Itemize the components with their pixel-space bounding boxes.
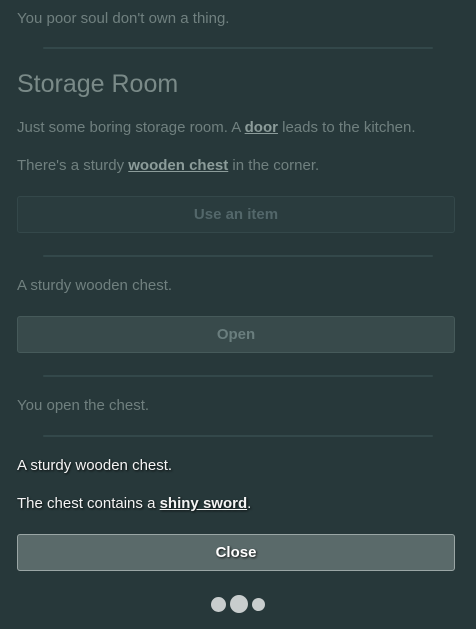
- loading-dot: [211, 596, 226, 612]
- room-title: Storage Room: [17, 70, 179, 98]
- divider: [43, 375, 433, 377]
- room-description: Just some boring storage room. A door le…: [17, 119, 416, 137]
- loading-dot: [230, 595, 248, 613]
- loading-dot: [252, 597, 265, 611]
- chest-description-prefix: There's a sturdy: [17, 157, 129, 174]
- inventory-text: You poor soul don't own a thing.: [17, 10, 230, 27]
- chest-description-suffix: in the corner.: [228, 157, 320, 174]
- chest-contents-suffix: .: [247, 495, 252, 512]
- open-button[interactable]: Open: [17, 316, 455, 353]
- chest-contents-prefix: The chest contains a: [17, 495, 160, 512]
- divider: [43, 47, 433, 49]
- use-item-button[interactable]: Use an item: [17, 196, 455, 233]
- close-button[interactable]: Close: [17, 534, 455, 571]
- shiny-sword-link[interactable]: shiny sword: [160, 495, 248, 512]
- game-screen: You poor soul don't own a thing. Storage…: [0, 0, 476, 629]
- room-description-suffix: leads to the kitchen.: [277, 119, 416, 136]
- chest-open-text: A sturdy wooden chest.: [17, 457, 173, 474]
- chest-examine-text: A sturdy wooden chest.: [17, 277, 173, 294]
- chest-contents: The chest contains a shiny sword.: [17, 495, 251, 513]
- door-link[interactable]: door: [245, 119, 278, 136]
- divider: [43, 435, 433, 437]
- log-open-text: You open the chest.: [17, 397, 150, 414]
- loading-indicator: [0, 595, 476, 615]
- divider: [43, 255, 433, 257]
- wooden-chest-link[interactable]: wooden chest: [128, 157, 228, 174]
- chest-description: There's a sturdy wooden chest in the cor…: [17, 157, 319, 175]
- room-description-prefix: Just some boring storage room. A: [17, 119, 245, 136]
